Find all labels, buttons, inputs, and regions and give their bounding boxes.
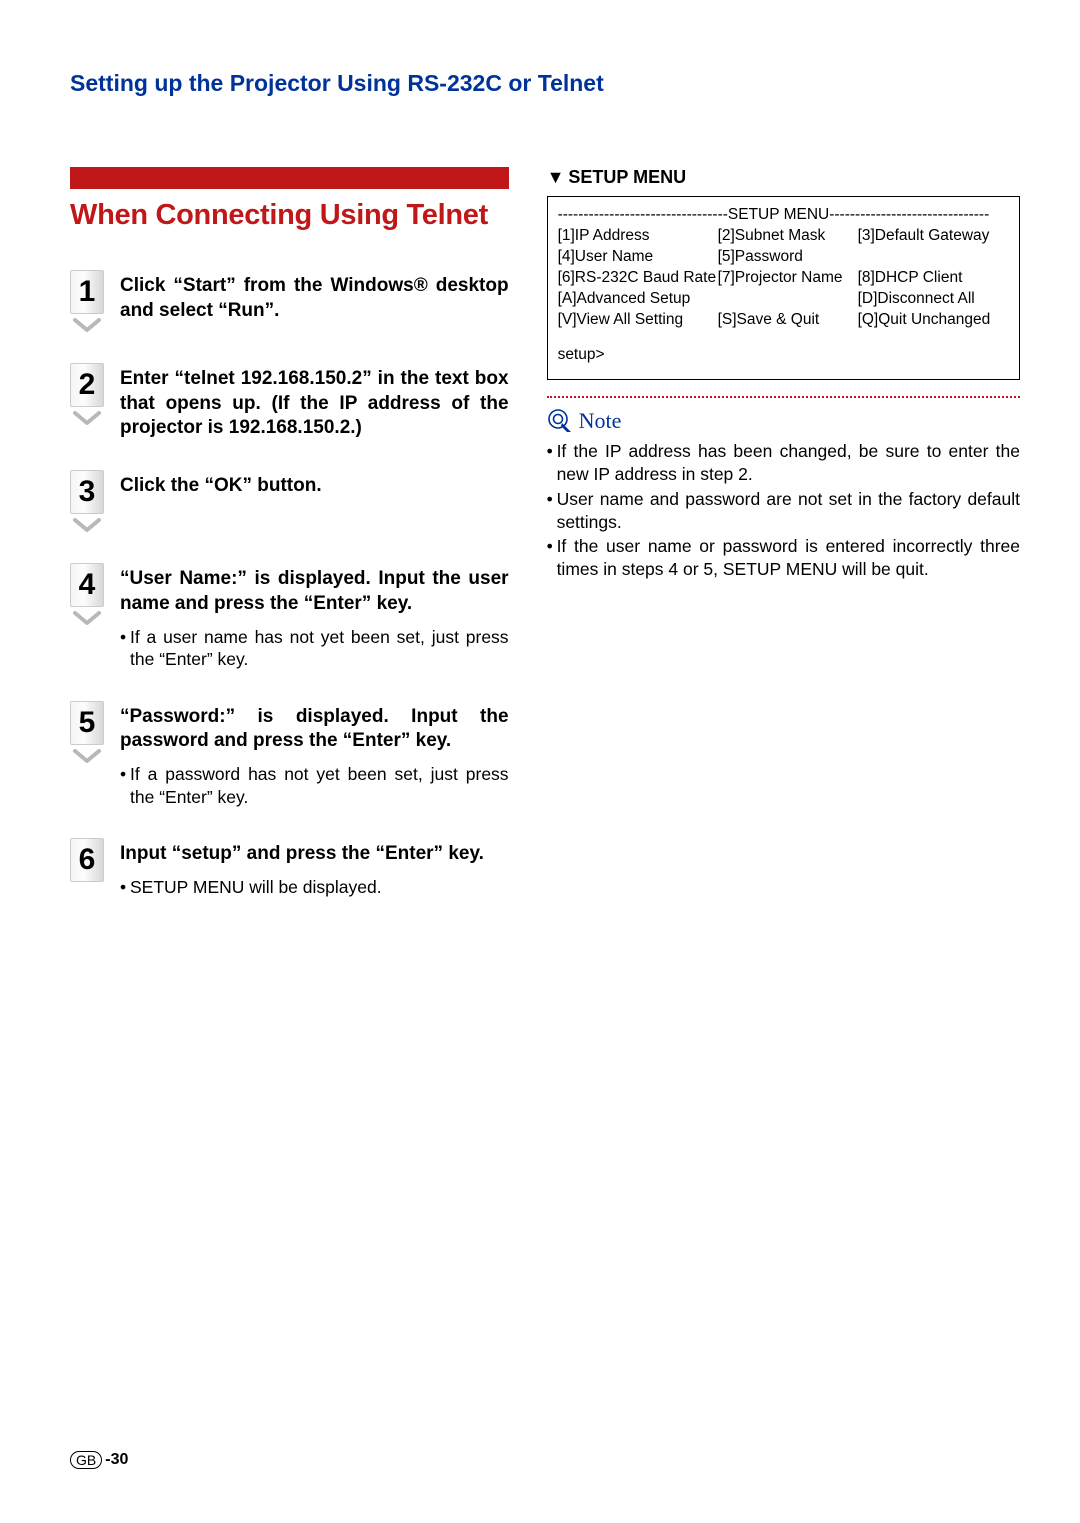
step-number-wrap: 4 <box>70 563 104 626</box>
setup-menu-cell: [Q]Quit Unchanged <box>858 310 1009 331</box>
step-number-wrap: 3 <box>70 470 104 533</box>
step-number-wrap: 2 <box>70 363 104 426</box>
setup-menu-cell: [V]View All Setting <box>558 310 718 331</box>
setup-menu-cell: [7]Projector Name <box>718 268 858 289</box>
step-main-text: Enter “telnet 192.168.150.2” in the text… <box>120 367 509 440</box>
page-number: -30 <box>105 1451 128 1469</box>
step-number-wrap: 1 <box>70 270 104 333</box>
step-number: 5 <box>70 701 104 745</box>
section-red-bar <box>70 167 509 189</box>
step-number: 3 <box>70 470 104 514</box>
down-triangle-icon: ▼ <box>547 167 565 188</box>
step-sub-text: •If a password has not yet been set, jus… <box>120 763 509 808</box>
setup-menu-cell: [D]Disconnect All <box>858 289 1009 310</box>
setup-menu-cell: [A]Advanced Setup <box>558 289 718 310</box>
step-main-text: Input “setup” and press the “Enter” key. <box>120 842 484 866</box>
left-column: When Connecting Using Telnet 1 Click “Sta… <box>70 167 509 929</box>
note-label: Note <box>579 408 622 434</box>
note-item: •User name and password are not set in t… <box>547 488 1020 534</box>
setup-menu-header-line: ---------------------------------SETUP M… <box>558 205 1009 226</box>
setup-menu-grid: [1]IP Address[2]Subnet Mask[3]Default Ga… <box>558 226 1009 331</box>
setup-menu-cell <box>718 289 858 310</box>
setup-menu-screenshot: ---------------------------------SETUP M… <box>547 196 1020 380</box>
step-body: Enter “telnet 192.168.150.2” in the text… <box>120 363 509 440</box>
step: 2 Enter “telnet 192.168.150.2” in the tex… <box>70 363 509 440</box>
note-item: •If the user name or password is entered… <box>547 535 1020 581</box>
setup-menu-cell <box>858 247 1009 268</box>
step-sub-text: •If a user name has not yet been set, ju… <box>120 626 509 671</box>
step-sub-text: •SETUP MENU will be displayed. <box>120 876 484 898</box>
setup-menu-heading: ▼SETUP MENU <box>547 167 1020 188</box>
manual-page: Setting up the Projector Using RS-232C o… <box>0 0 1080 1523</box>
setup-menu-cell: [8]DHCP Client <box>858 268 1009 289</box>
step-number: 1 <box>70 270 104 314</box>
page-heading: Setting up the Projector Using RS-232C o… <box>70 70 1020 97</box>
note-pen-icon <box>547 408 573 434</box>
notes-list: •If the IP address has been changed, be … <box>547 440 1020 581</box>
step-main-text: Click “Start” from the Windows® desktop … <box>120 274 509 323</box>
dotted-divider <box>547 396 1020 398</box>
step: 1 Click “Start” from the Windows® desktop… <box>70 270 509 333</box>
chevron-down-icon <box>72 317 102 333</box>
setup-menu-prompt: setup> <box>558 345 1009 366</box>
step-number-wrap: 5 <box>70 701 104 764</box>
step-main-text: Click the “OK” button. <box>120 474 322 498</box>
step-number: 2 <box>70 363 104 407</box>
step-body: Input “setup” and press the “Enter” key.… <box>120 838 484 899</box>
two-column-layout: When Connecting Using Telnet 1 Click “Sta… <box>70 167 1020 929</box>
step-main-text: “User Name:” is displayed. Input the use… <box>120 567 509 616</box>
step: 3 Click the “OK” button. <box>70 470 509 533</box>
step-body: “User Name:” is displayed. Input the use… <box>120 563 509 670</box>
chevron-down-icon <box>72 410 102 426</box>
step-main-text: “Password:” is displayed. Input the pass… <box>120 705 509 754</box>
setup-menu-cell: [S]Save & Quit <box>718 310 858 331</box>
setup-menu-cell: [2]Subnet Mask <box>718 226 858 247</box>
note-header: Note <box>547 408 1020 434</box>
step: 5 “Password:” is displayed. Input the pas… <box>70 701 509 808</box>
steps-list: 1 Click “Start” from the Windows® desktop… <box>70 270 509 898</box>
chevron-down-icon <box>72 610 102 626</box>
setup-menu-cell: [5]Password <box>718 247 858 268</box>
setup-menu-heading-text: SETUP MENU <box>568 167 686 187</box>
setup-menu-cell: [4]User Name <box>558 247 718 268</box>
chevron-down-icon <box>72 748 102 764</box>
note-item: •If the IP address has been changed, be … <box>547 440 1020 486</box>
setup-menu-cell: [6]RS-232C Baud Rate <box>558 268 718 289</box>
step-body: Click “Start” from the Windows® desktop … <box>120 270 509 323</box>
chevron-down-icon <box>72 517 102 533</box>
right-column: ▼SETUP MENU ----------------------------… <box>547 167 1020 929</box>
step-body: Click the “OK” button. <box>120 470 322 498</box>
section-title: When Connecting Using Telnet <box>70 199 509 232</box>
step-body: “Password:” is displayed. Input the pass… <box>120 701 509 808</box>
step-number-wrap: 6 <box>70 838 104 882</box>
step: 4 “User Name:” is displayed. Input the us… <box>70 563 509 670</box>
step-number: 6 <box>70 838 104 882</box>
step-number: 4 <box>70 563 104 607</box>
language-badge: GB <box>70 1451 102 1469</box>
setup-menu-cell: [3]Default Gateway <box>858 226 1009 247</box>
page-footer: GB -30 <box>70 1451 128 1469</box>
step: 6 Input “setup” and press the “Enter” key… <box>70 838 509 899</box>
setup-menu-cell: [1]IP Address <box>558 226 718 247</box>
